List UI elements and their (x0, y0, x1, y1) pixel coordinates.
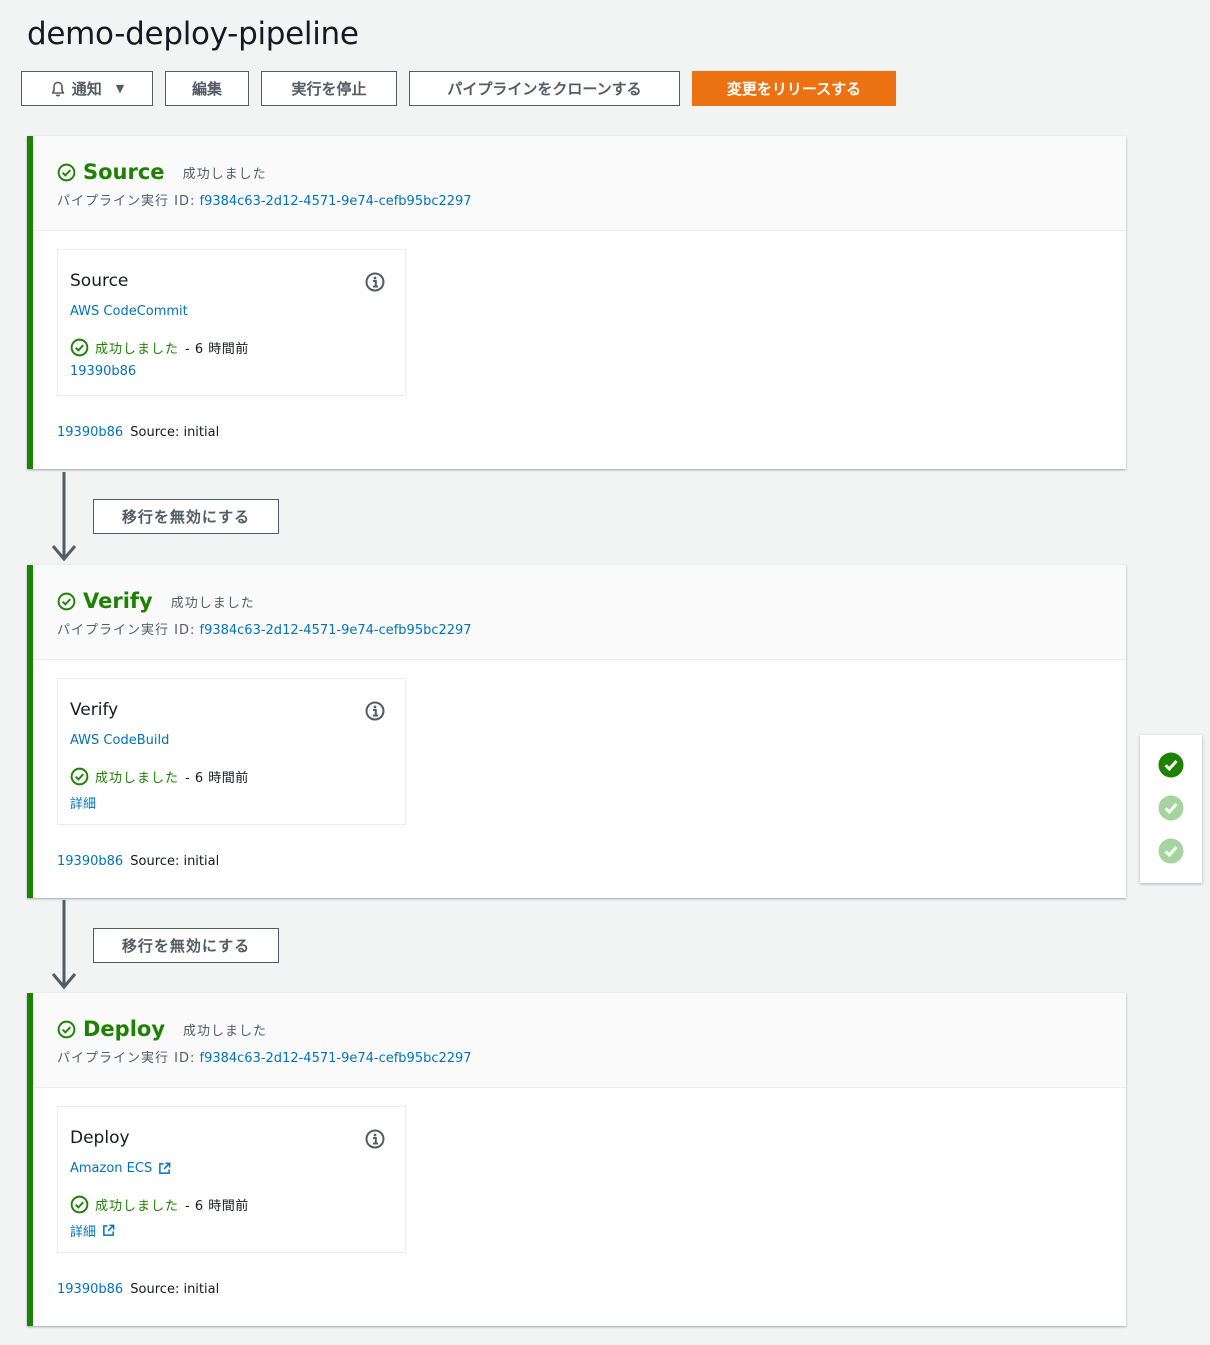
execution-id-label: パイプライン実行 ID: (57, 194, 196, 209)
action-detail-link[interactable]: 詳細 (70, 1221, 96, 1240)
action-status-text: 成功しました (95, 771, 180, 786)
action-time-ago: - 6 時間前 (185, 771, 249, 786)
transition-arrow-icon (51, 900, 77, 990)
check-filled-icon[interactable] (1158, 838, 1184, 864)
caret-down-icon: ▼ (115, 82, 125, 95)
action-detail-link[interactable]: 詳細 (70, 793, 96, 812)
action-status-text: 成功しました (95, 1199, 180, 1214)
stage-status: 成功しました (170, 595, 255, 611)
commit-message: Source: initial (130, 854, 220, 869)
info-icon[interactable] (365, 1129, 385, 1149)
stage-name: Verify (83, 589, 153, 613)
notify-dropdown-button[interactable]: 通知 ▼ (21, 71, 153, 106)
transition-arrow-icon (51, 472, 77, 562)
check-circle-icon (70, 338, 89, 357)
clone-pipeline-button[interactable]: パイプラインをクローンする (409, 71, 680, 106)
stage-header: Verify 成功しました パイプライン実行 ID: f9384c63-2d12… (33, 565, 1126, 660)
notify-label: 通知 (71, 80, 102, 98)
commit-id-link[interactable]: 19390b86 (57, 854, 123, 869)
commit-message: Source: initial (130, 425, 220, 440)
action-detail-link[interactable]: 19390b86 (70, 364, 136, 379)
execution-id-link[interactable]: f9384c63-2d12-4571-9e74-cefb95bc2297 (200, 623, 472, 638)
check-circle-icon (57, 592, 76, 610)
stage-name: Deploy (83, 1017, 166, 1041)
info-icon[interactable] (365, 272, 385, 292)
check-circle-icon (70, 767, 89, 786)
stage-header: Source 成功しました パイプライン実行 ID: f9384c63-2d12… (33, 136, 1126, 231)
stage-deploy: Deploy 成功しました パイプライン実行 ID: f9384c63-2d12… (27, 993, 1126, 1326)
check-filled-icon[interactable] (1158, 795, 1184, 821)
execution-id-label: パイプライン実行 ID: (57, 1051, 196, 1066)
external-link-icon[interactable] (158, 1162, 171, 1175)
execution-id-link[interactable]: f9384c63-2d12-4571-9e74-cefb95bc2297 (200, 1051, 472, 1066)
check-filled-icon[interactable] (1158, 752, 1184, 778)
action-status-text: 成功しました (95, 342, 180, 357)
commit-row: 19390b86 Source: initial (57, 425, 219, 440)
stage-source: Source 成功しました パイプライン実行 ID: f9384c63-2d12… (27, 136, 1126, 469)
external-link-icon[interactable] (102, 1224, 115, 1237)
provider-link[interactable]: AWS CodeBuild (70, 733, 169, 748)
commit-message: Source: initial (130, 1282, 220, 1297)
disable-transition-button[interactable]: 移行を無効にする (93, 499, 279, 534)
action-card: Verify AWS CodeBuild 成功しました - 6 時間前 詳細 (57, 678, 406, 825)
action-time-ago: - 6 時間前 (185, 342, 249, 357)
bell-icon (51, 81, 65, 96)
provider-link[interactable]: AWS CodeCommit (70, 304, 188, 319)
check-circle-icon (57, 163, 76, 181)
execution-id-label: パイプライン実行 ID: (57, 623, 196, 638)
commit-row: 19390b86 Source: initial (57, 1282, 219, 1297)
commit-id-link[interactable]: 19390b86 (57, 1282, 123, 1297)
commit-row: 19390b86 Source: initial (57, 854, 219, 869)
action-name: Verify (70, 700, 119, 720)
stop-execution-button[interactable]: 実行を停止 (261, 71, 397, 106)
commit-id-link[interactable]: 19390b86 (57, 425, 123, 440)
check-circle-icon (57, 1020, 76, 1038)
disable-transition-button[interactable]: 移行を無効にする (93, 928, 279, 963)
provider-link[interactable]: Amazon ECS (70, 1161, 152, 1176)
action-card: Source AWS CodeCommit 成功しました - 6 時間前 193… (57, 249, 406, 396)
release-change-button[interactable]: 変更をリリースする (692, 71, 896, 106)
action-name: Deploy (70, 1128, 130, 1148)
stage-header: Deploy 成功しました パイプライン実行 ID: f9384c63-2d12… (33, 993, 1126, 1088)
page-title: demo-deploy-pipeline (27, 16, 359, 52)
execution-id-link[interactable]: f9384c63-2d12-4571-9e74-cefb95bc2297 (200, 194, 472, 209)
action-name: Source (70, 271, 129, 291)
action-time-ago: - 6 時間前 (185, 1199, 249, 1214)
stage-verify: Verify 成功しました パイプライン実行 ID: f9384c63-2d12… (27, 565, 1126, 898)
stage-minimap (1140, 735, 1202, 883)
action-card: Deploy Amazon ECS 成功しました - 6 時間前 詳細 (57, 1106, 406, 1253)
edit-button[interactable]: 編集 (165, 71, 249, 106)
stage-status: 成功しました (183, 1023, 268, 1039)
stage-name: Source (83, 160, 165, 184)
info-icon[interactable] (365, 701, 385, 721)
stage-status: 成功しました (182, 166, 267, 182)
check-circle-icon (70, 1195, 89, 1214)
